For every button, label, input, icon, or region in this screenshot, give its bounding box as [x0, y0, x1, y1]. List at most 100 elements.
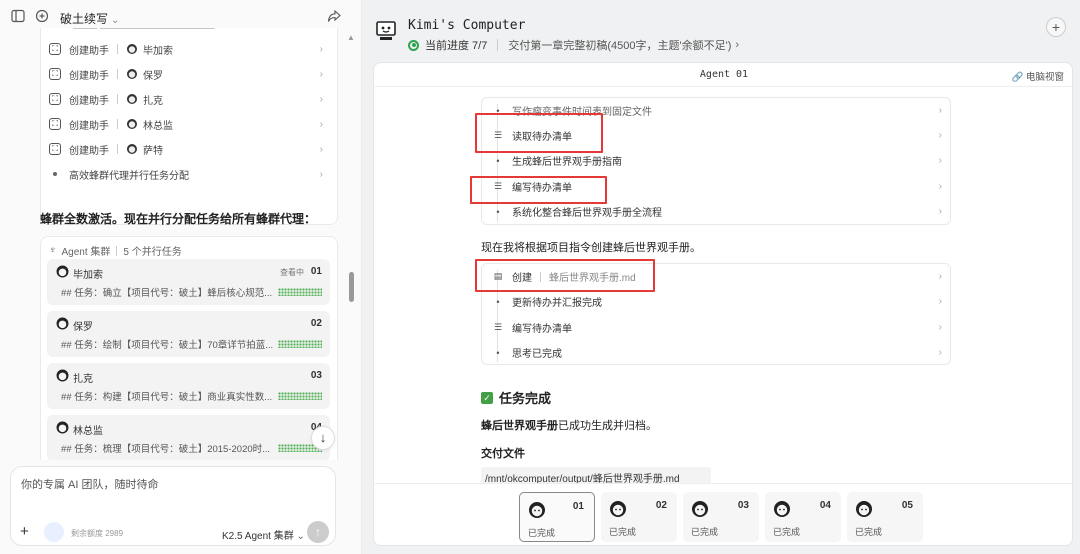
agent-task: ## 任务：梳理【项目代号：破土】2015-2020时...: [61, 444, 271, 455]
computer-view-label: 电脑视窗: [1025, 72, 1064, 83]
step-item[interactable]: ☰ 编写待办清单 ›: [482, 315, 952, 340]
scroll-up-arrow-icon[interactable]: ▲: [347, 33, 355, 42]
avatar-icon: [610, 501, 626, 517]
agent-name: 林总监: [143, 120, 173, 132]
cut-row: ━━━━ ━━━━━━━━━━━━━━━━━━━: [49, 28, 329, 33]
chat-input-box[interactable]: 你的专属 AI 团队，随时待命 + 剩余额度 2989 K2.5 Agent 集…: [10, 466, 336, 546]
agent-name: 扎克: [73, 374, 93, 385]
attach-plus-icon[interactable]: +: [20, 523, 29, 540]
progress-row[interactable]: 当前进度 7/7 交付第一章完整初稿(4500字，主题'余额不足') ›: [408, 37, 739, 53]
agent-tiles-bar: 01 已完成 02 已完成 03 已完成 04 已完成 05 已完成: [374, 483, 1072, 545]
helper-row[interactable]: ⛶ 创建助手 萨特 ›: [49, 137, 329, 161]
agent-task: ## 任务：确立【项目代号：破土】蜂后核心规范...: [61, 288, 273, 299]
chat-scroll-area[interactable]: ━━━━ ━━━━━━━━━━━━━━━━━━━ ⛶ 创建助手 毕加索 › ⛶ …: [0, 28, 346, 460]
bullet-icon: [53, 172, 57, 176]
helper-row[interactable]: ⛶ 创建助手 毕加索 ›: [49, 37, 329, 61]
agent-item[interactable]: 扎克 03 ## 任务：构建【项目代号：破土】商业真实性数...: [47, 363, 330, 409]
chevron-right-icon: ›: [319, 143, 323, 155]
send-button[interactable]: ↑: [307, 521, 329, 543]
agent-name: 保罗: [73, 322, 93, 333]
bullet-icon: •: [496, 347, 500, 358]
panel-title: Agent 01: [699, 69, 749, 80]
avatar-icon: [56, 369, 69, 382]
chevron-down-icon: ⌄: [111, 15, 120, 26]
agent-number: 02: [310, 318, 322, 329]
progress-dots: [278, 288, 322, 296]
helper-row[interactable]: ⛶ 创建助手 扎克 ›: [49, 87, 329, 111]
agent-panel: Agent 01 🔗 电脑视窗 • 写作瘤变事件时间表到固定文件 › ☰ 读取待办清单…: [373, 62, 1073, 546]
project-title[interactable]: 破土续写 ⌄: [60, 10, 119, 27]
checkmark-icon: ✓: [481, 391, 493, 404]
agent-name: 扎克: [143, 95, 163, 107]
step-item[interactable]: • 更新待办并汇报完成 ›: [482, 289, 952, 314]
agent-item[interactable]: 林总监 04 ## 任务：梳理【项目代号：破土】2015-2020时...: [47, 415, 330, 460]
agent-name: 毕加索: [73, 270, 103, 281]
status-ok-icon: [408, 39, 419, 51]
agent-tile[interactable]: 04 已完成: [765, 492, 841, 542]
chat-input-placeholder[interactable]: 你的专属 AI 团队，随时待命: [21, 476, 159, 492]
agent-name: 萨特: [143, 145, 163, 157]
add-button[interactable]: +: [1046, 17, 1066, 37]
agent-tile[interactable]: 02 已完成: [601, 492, 677, 542]
progress-label: 当前进度 7/7: [425, 40, 488, 52]
model-selector[interactable]: K2.5 Agent 集群 ⌄: [222, 527, 305, 542]
chevron-right-icon: ›: [938, 155, 942, 166]
chevron-right-icon: ›: [938, 130, 942, 141]
step-label: 思考已完成: [512, 349, 562, 360]
avatar-icon: [127, 119, 137, 129]
new-chat-icon[interactable]: [34, 9, 50, 25]
tile-status: 已完成: [528, 528, 556, 538]
chevron-right-icon: ›: [938, 105, 942, 116]
robot-icon: ⛶: [49, 118, 61, 130]
bullet-row[interactable]: 高效蜂群代理并行任务分配 ›: [49, 162, 329, 186]
chevron-right-icon: ›: [938, 296, 942, 307]
cluster-label: Agent 集群: [61, 247, 111, 258]
tile-status: 已完成: [691, 527, 719, 537]
avatar-icon: [856, 501, 872, 517]
agent-item[interactable]: 保罗 02 ## 任务：绘制【项目代号：破土】70章详节拍蓝...: [47, 311, 330, 357]
row-label: 创建助手: [69, 70, 109, 82]
agent-tile[interactable]: 05 已完成: [847, 492, 923, 542]
agent-tile[interactable]: 03 已完成: [683, 492, 759, 542]
helper-row[interactable]: ⛶ 创建助手 林总监 ›: [49, 112, 329, 136]
agent-name: 保罗: [143, 70, 163, 82]
done-bold: 蜂后世界观手册: [481, 420, 558, 432]
avatar-icon: [127, 44, 137, 54]
row-label: 高效蜂群代理并行任务分配: [69, 170, 189, 182]
agent-tile[interactable]: 01 已完成: [519, 492, 595, 542]
status-message: 现在我将根据项目指令创建蜂后世界观手册。: [481, 242, 701, 254]
link-icon: 🔗: [1011, 72, 1024, 83]
agent-name: 林总监: [73, 426, 103, 437]
sidebar-toggle-icon[interactable]: [10, 9, 26, 25]
agent-task: ## 任务：绘制【项目代号：破土】70章详节拍蓝...: [61, 340, 274, 351]
chevron-right-icon: ›: [938, 206, 942, 217]
agent-name: 毕加索: [143, 45, 173, 57]
row-label: 创建助手: [69, 95, 109, 107]
task-done-heading: ✓ 任务完成: [481, 388, 551, 407]
scrollbar-thumb[interactable]: [349, 272, 354, 302]
avatar-icon: [774, 501, 790, 517]
progress-dots: [278, 340, 322, 348]
share-icon[interactable]: [326, 9, 342, 25]
computer-pane: Kimi's Computer 当前进度 7/7 交付第一章完整初稿(4500字…: [362, 0, 1080, 554]
computer-icon: [376, 21, 396, 40]
step-label: 编写待办清单: [512, 324, 572, 335]
agent-item[interactable]: 毕加索 查看中 01 ## 任务：确立【项目代号：破土】蜂后核心规范...: [47, 259, 330, 305]
row-label: 创建助手: [69, 120, 109, 132]
step-label: 生成蜂后世界观手册指南: [512, 157, 622, 168]
tile-number: 03: [737, 500, 749, 511]
robot-icon: ⛶: [49, 68, 61, 80]
highlight-box: [470, 176, 607, 204]
step-item[interactable]: • 思考已完成 ›: [482, 340, 952, 365]
computer-view-link[interactable]: 🔗 电脑视窗: [1012, 69, 1065, 83]
chevron-right-icon: ›: [735, 39, 740, 51]
agent-cluster-header: ♆ Agent 集群 5 个并行任务: [49, 243, 182, 258]
done-title: 任务完成: [499, 391, 552, 406]
swarm-message: 蜂群全数激活。现在并行分配任务给所有蜂群代理：: [40, 212, 317, 226]
helper-row[interactable]: ⛶ 创建助手 保罗 ›: [49, 62, 329, 86]
chevron-right-icon: ›: [319, 168, 323, 180]
avatar-icon: [56, 265, 69, 278]
cluster-icon: ♆: [49, 245, 57, 256]
scroll-to-bottom-button[interactable]: ↓: [311, 426, 335, 450]
quota-text: 剩余额度 2989: [71, 529, 124, 538]
